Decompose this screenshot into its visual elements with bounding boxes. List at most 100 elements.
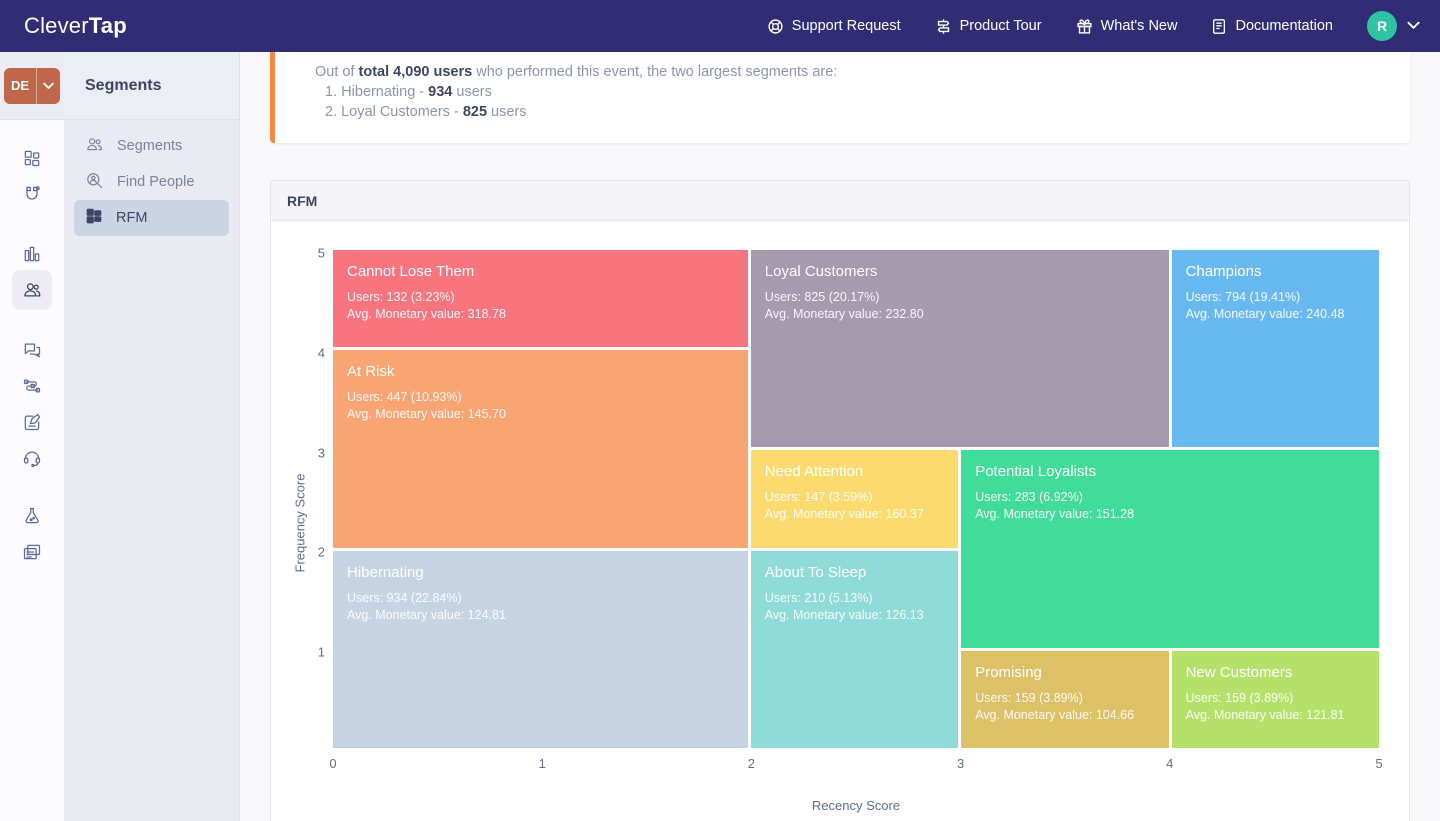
nav-label: What's New bbox=[1100, 18, 1178, 34]
cell-users: Users: 825 (20.17%) bbox=[764, 290, 880, 304]
rfm-cell-cannot-lose-them[interactable]: Cannot Lose Them Users: 132 (3.23%) Avg.… bbox=[333, 250, 748, 348]
sidebar-menu: Segments Find People RFM bbox=[64, 120, 239, 236]
cell-title: About To Sleep bbox=[764, 563, 867, 581]
x-tick: 4 bbox=[1166, 756, 1174, 771]
logo-text-light: Clever bbox=[24, 13, 89, 38]
y-tick: 3 bbox=[317, 445, 325, 461]
icon-rail: DE bbox=[0, 52, 64, 821]
x-tick: 2 bbox=[747, 756, 756, 771]
sidebar-title: Segments bbox=[85, 76, 162, 94]
y-tick: 4 bbox=[317, 345, 325, 361]
document-icon bbox=[1211, 18, 1227, 35]
x-tick: 3 bbox=[956, 756, 965, 771]
headset-icon[interactable] bbox=[12, 438, 52, 478]
rfm-grid-chart: Frequency Score 5 4 3 2 1 Cannot Lose Th… bbox=[293, 246, 1383, 814]
nav-label: Support Request bbox=[791, 18, 901, 34]
x-axis-label: Recency Score bbox=[811, 798, 901, 813]
total-users-value: total 4,090 users bbox=[358, 64, 473, 80]
nav-whats-new[interactable]: What's New bbox=[1076, 18, 1178, 35]
cell-users: Users: 934 (22.84%) bbox=[347, 590, 462, 605]
rail-account-zone: DE bbox=[0, 52, 64, 120]
users-icon bbox=[85, 135, 104, 158]
sidebar-item-find-people[interactable]: Find People bbox=[74, 164, 229, 200]
rfm-cell-need-attention[interactable]: Need Attention Users: 147 (3.59%) Avg. M… bbox=[750, 450, 959, 548]
people-icon[interactable] bbox=[12, 270, 52, 310]
cell-title: Cannot Lose Them bbox=[347, 263, 475, 280]
rfm-cell-champions[interactable]: Champions Users: 794 (19.41%) Avg. Monet… bbox=[1171, 250, 1379, 448]
magnet-icon[interactable] bbox=[12, 174, 52, 214]
nav-product-tour[interactable]: Product Tour bbox=[935, 18, 1042, 35]
cell-users: Users: 159 (3.89%) bbox=[975, 690, 1083, 705]
insight-summary: Out of total 4,090 users who performed t… bbox=[315, 64, 838, 80]
cell-title: Promising bbox=[975, 663, 1042, 681]
cell-users: Users: 132 (3.23%) bbox=[347, 290, 455, 304]
nav-label: Product Tour bbox=[959, 18, 1042, 34]
analytics-bars-icon[interactable] bbox=[12, 234, 52, 274]
cell-users: Users: 794 (19.41%) bbox=[1185, 290, 1301, 304]
insight-item-2: 2. Loyal Customers - 825 users bbox=[325, 104, 527, 120]
sidebar-header: Segments bbox=[64, 52, 239, 120]
cell-monetary: Avg. Monetary value: 240.48 bbox=[1185, 307, 1345, 321]
top-navbar: CleverTap Support Request Product Tour W… bbox=[0, 0, 1440, 52]
cell-title: Champions bbox=[1185, 263, 1262, 280]
panel-title: RFM bbox=[271, 181, 1409, 221]
segment-user-count: 934 bbox=[428, 84, 453, 100]
sidebar-item-rfm[interactable]: RFM bbox=[74, 200, 229, 236]
rfm-cells: Cannot Lose Them Users: 132 (3.23%) Avg.… bbox=[333, 250, 1379, 748]
cell-title: At Risk bbox=[347, 363, 395, 381]
rfm-cell-promising[interactable]: Promising Users: 159 (3.89%) Avg. Moneta… bbox=[961, 650, 1169, 748]
account-menu[interactable]: R bbox=[1367, 11, 1420, 41]
cell-monetary: Avg. Monetary value: 104.66 bbox=[975, 707, 1135, 722]
reports-icon[interactable] bbox=[12, 532, 52, 572]
clevertap-logo[interactable]: CleverTap bbox=[24, 13, 127, 39]
y-tick: 1 bbox=[317, 644, 325, 660]
cell-users: Users: 210 (5.13%) bbox=[764, 590, 873, 605]
life-buoy-icon bbox=[767, 18, 784, 35]
journeys-icon[interactable] bbox=[12, 366, 52, 406]
y-tick: 2 bbox=[317, 544, 325, 560]
rfm-cell-hibernating[interactable]: Hibernating Users: 934 (22.84%) Avg. Mon… bbox=[333, 550, 748, 748]
dashboard-icon[interactable] bbox=[12, 138, 52, 178]
nav-documentation[interactable]: Documentation bbox=[1211, 18, 1333, 35]
cell-title: Need Attention bbox=[764, 463, 864, 481]
chevron-down-icon bbox=[1407, 17, 1420, 35]
cell-users: Users: 283 (6.92%) bbox=[975, 490, 1083, 505]
rail-icon-list bbox=[0, 120, 64, 568]
insight-list: 1. Hibernating - 934 users 2. Loyal Cust… bbox=[325, 82, 1386, 122]
cell-title: Potential Loyalists bbox=[975, 463, 1097, 481]
nav-support-request[interactable]: Support Request bbox=[767, 18, 901, 35]
x-tick: 1 bbox=[538, 756, 546, 771]
gift-icon bbox=[1076, 18, 1093, 35]
cell-users: Users: 159 (3.89%) bbox=[1185, 690, 1294, 705]
avatar: R bbox=[1367, 11, 1397, 41]
sidebar-item-label: Find People bbox=[117, 174, 195, 190]
cell-monetary: Avg. Monetary value: 160.37 bbox=[764, 507, 924, 522]
rfm-cell-loyal-customers[interactable]: Loyal Customers Users: 825 (20.17%) Avg.… bbox=[750, 250, 1169, 448]
segments-sidebar: Segments Segments Find People RFM bbox=[64, 52, 240, 821]
person-search-icon bbox=[85, 171, 104, 194]
cell-title: Loyal Customers bbox=[764, 263, 878, 280]
chevron-down-icon[interactable] bbox=[37, 68, 60, 104]
cell-title: New Customers bbox=[1185, 663, 1293, 681]
account-switcher[interactable]: DE bbox=[4, 67, 60, 104]
segment-user-count: 825 bbox=[462, 104, 488, 120]
cell-monetary: Avg. Monetary value: 232.80 bbox=[764, 307, 924, 321]
main-content: Out of total 4,090 users who performed t… bbox=[240, 52, 1440, 821]
navbar-links: Support Request Product Tour What's New … bbox=[767, 11, 1420, 41]
sidebar-item-label: Segments bbox=[117, 138, 183, 154]
account-badge[interactable]: DE bbox=[4, 67, 37, 104]
cell-monetary: Avg. Monetary value: 145.70 bbox=[347, 407, 506, 422]
rfm-cell-new-customers[interactable]: New Customers Users: 159 (3.89%) Avg. Mo… bbox=[1171, 650, 1379, 748]
messages-icon[interactable] bbox=[12, 330, 52, 370]
rfm-cell-at-risk[interactable]: At Risk Users: 447 (10.93%) Avg. Monetar… bbox=[333, 350, 748, 548]
rfm-panel: RFM Frequency Score 5 4 3 2 1 Cannot Los… bbox=[270, 180, 1410, 821]
labs-flask-icon[interactable] bbox=[12, 496, 52, 536]
sidebar-item-segments[interactable]: Segments bbox=[74, 128, 229, 164]
rfm-cell-potential-loyalists[interactable]: Potential Loyalists Users: 283 (6.92%) A… bbox=[961, 450, 1379, 648]
nav-label: Documentation bbox=[1235, 18, 1333, 34]
compose-icon[interactable] bbox=[12, 402, 52, 442]
logo-text-bold: Tap bbox=[88, 13, 127, 38]
cell-monetary: Avg. Monetary value: 124.81 bbox=[347, 607, 506, 622]
rfm-cell-about-to-sleep[interactable]: About To Sleep Users: 210 (5.13%) Avg. M… bbox=[750, 550, 959, 748]
sidebar-item-label: RFM bbox=[116, 210, 148, 226]
